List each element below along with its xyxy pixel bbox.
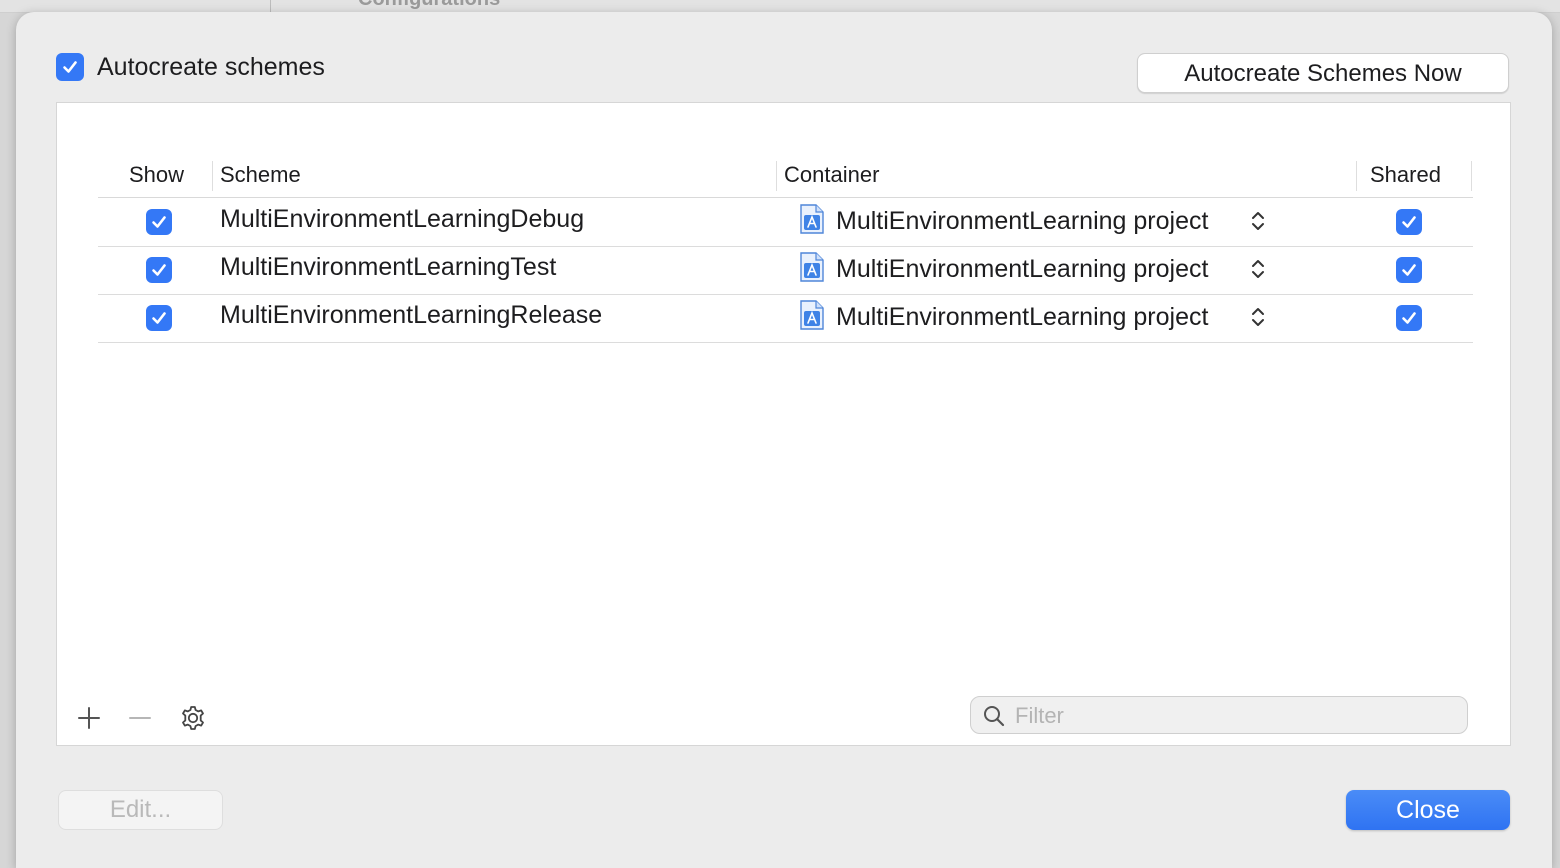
close-button[interactable]: Close <box>1346 790 1510 830</box>
column-separator[interactable] <box>1471 161 1472 191</box>
popup-chevrons-icon[interactable] <box>1250 208 1266 234</box>
schemes-panel: Show Scheme Container Shared MultiEnviro… <box>56 102 1511 746</box>
autocreate-schemes-checkbox[interactable] <box>56 53 84 81</box>
checkmark-icon <box>152 216 166 228</box>
checkmark-icon <box>152 312 166 324</box>
shared-checkbox[interactable] <box>1396 257 1422 283</box>
autocreate-schemes-now-button[interactable]: Autocreate Schemes Now <box>1137 53 1509 93</box>
column-separator[interactable] <box>212 161 213 191</box>
filter-input[interactable] <box>1013 699 1457 733</box>
popup-chevrons-icon[interactable] <box>1250 304 1266 330</box>
table-row[interactable]: MultiEnvironmentLearningDebug MultiEnvir… <box>98 198 1473 247</box>
shared-checkbox[interactable] <box>1396 305 1422 331</box>
manage-schemes-sheet: Autocreate schemes Autocreate Schemes No… <box>16 12 1552 868</box>
scheme-name: MultiEnvironmentLearningTest <box>220 253 557 281</box>
background-heading: Configurations <box>358 0 500 11</box>
checkmark-icon <box>63 61 77 73</box>
checkmark-icon <box>152 264 166 276</box>
minus-icon[interactable] <box>128 703 152 733</box>
column-header-container[interactable]: Container <box>784 153 879 197</box>
filter-field[interactable] <box>970 696 1468 734</box>
checkmark-icon <box>1402 216 1416 228</box>
scheme-name: MultiEnvironmentLearningDebug <box>220 205 585 233</box>
container-popup[interactable]: MultiEnvironmentLearning project <box>836 206 1208 236</box>
table-row[interactable]: MultiEnvironmentLearningTest MultiEnviro… <box>98 246 1473 295</box>
background-divider <box>270 0 271 12</box>
column-header-shared[interactable]: Shared <box>1370 153 1441 197</box>
table-row[interactable]: MultiEnvironmentLearningRelease MultiEnv… <box>98 294 1473 343</box>
checkmark-icon <box>1402 312 1416 324</box>
shared-checkbox[interactable] <box>1396 209 1422 235</box>
show-checkbox[interactable] <box>146 257 172 283</box>
xcode-project-icon <box>800 300 824 330</box>
checkmark-icon <box>1402 264 1416 276</box>
column-separator[interactable] <box>1356 161 1357 191</box>
scheme-name: MultiEnvironmentLearningRelease <box>220 301 603 329</box>
column-header-scheme[interactable]: Scheme <box>220 153 301 197</box>
container-popup[interactable]: MultiEnvironmentLearning project <box>836 302 1208 332</box>
container-popup[interactable]: MultiEnvironmentLearning project <box>836 254 1208 284</box>
show-checkbox[interactable] <box>146 305 172 331</box>
popup-chevrons-icon[interactable] <box>1250 256 1266 282</box>
xcode-project-icon <box>800 252 824 282</box>
column-separator[interactable] <box>776 161 777 191</box>
schemes-table-header: Show Scheme Container Shared <box>98 153 1473 198</box>
show-checkbox[interactable] <box>146 209 172 235</box>
edit-button[interactable]: Edit... <box>58 790 223 830</box>
autocreate-schemes-label: Autocreate schemes <box>97 53 325 81</box>
xcode-project-icon <box>800 204 824 234</box>
gear-icon[interactable] <box>179 703 207 733</box>
search-icon <box>984 706 1005 727</box>
plus-icon[interactable] <box>77 703 101 733</box>
column-header-show[interactable]: Show <box>129 153 184 197</box>
